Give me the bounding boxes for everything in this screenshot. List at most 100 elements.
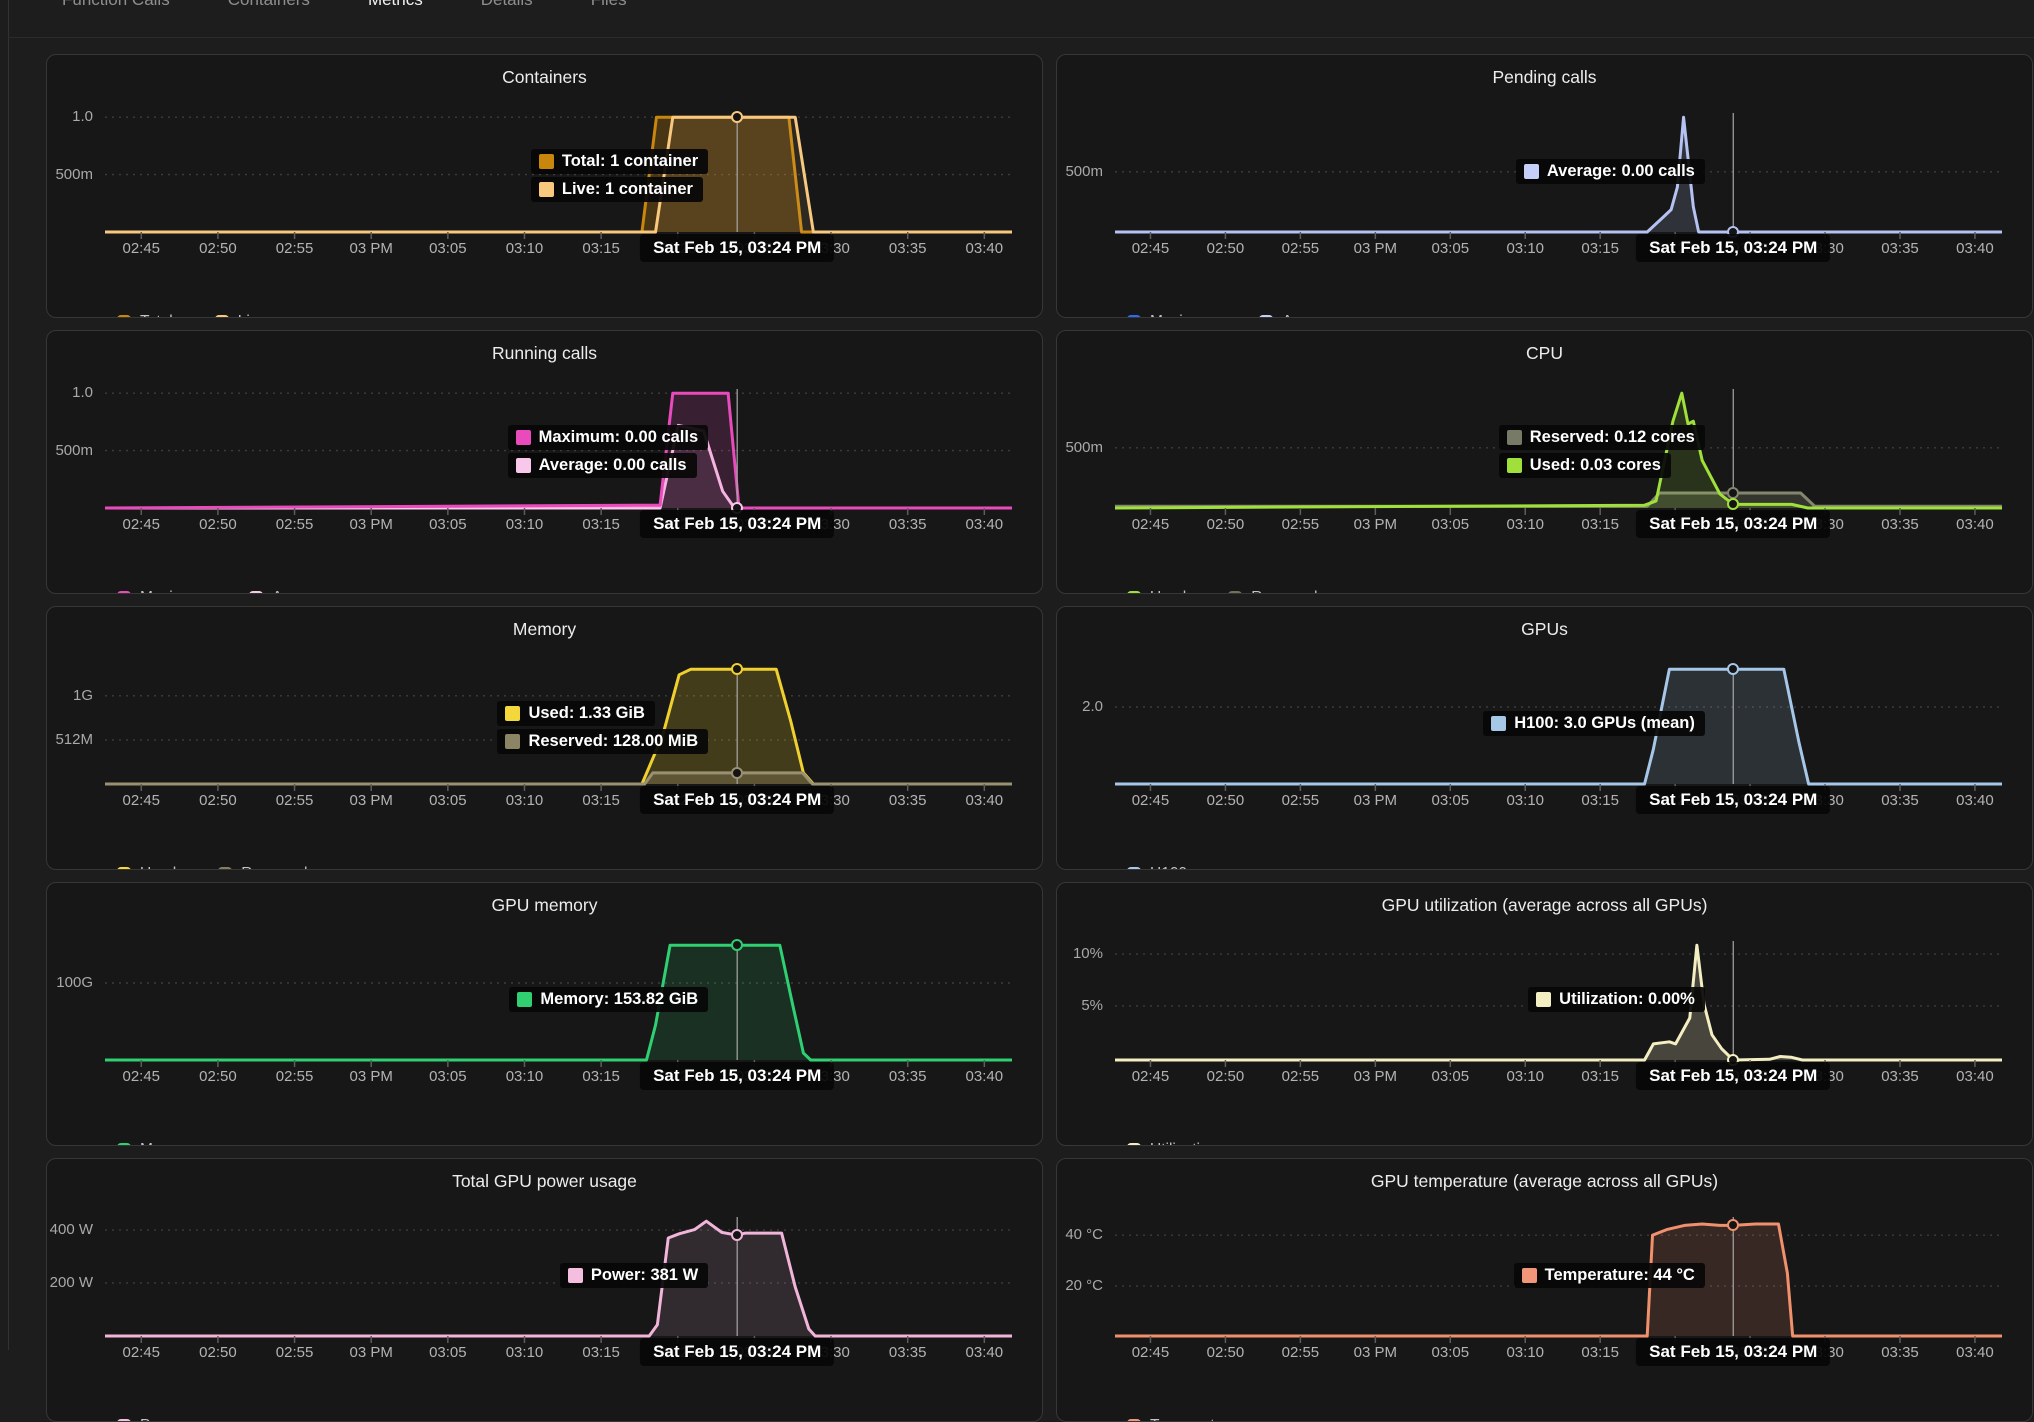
plot-area[interactable]: 02:4502:5002:5503 PM03:0503:1003:1503:20… (105, 921, 1012, 1117)
x-axis-label: 03:15 (582, 792, 620, 809)
legend-item-average[interactable]: Average (1259, 313, 1339, 318)
y-axis-label: 400 W (47, 1220, 93, 1240)
x-axis-label: 02:50 (1207, 240, 1245, 257)
legend-item-total[interactable]: Total (117, 313, 173, 318)
legend-item-maximum[interactable]: Maximum (1127, 313, 1217, 318)
legend-item-power[interactable]: Power (117, 1417, 184, 1422)
chart-legend: Power (117, 1417, 1042, 1422)
legend-item-reserved[interactable]: Reserved (218, 865, 307, 870)
chart-area: 100G02:4502:5002:5503 PM03:0503:1003:150… (47, 921, 1042, 1117)
chart-title: GPU utilization (average across all GPUs… (1057, 895, 2032, 919)
legend-item-h100[interactable]: H100 (1127, 865, 1187, 870)
x-axis-label: 03:40 (966, 1344, 1004, 1361)
tooltip-value: Total: 1 container (562, 152, 698, 171)
tooltip-series-swatch (517, 992, 532, 1007)
tab-details[interactable]: Details (481, 0, 533, 11)
hover-tooltip: Power: 381 W (560, 1263, 708, 1288)
y-axis-label: 200 W (47, 1273, 93, 1293)
legend-item-temperature[interactable]: Temperature (1127, 1417, 1237, 1422)
x-axis-label: 02:50 (199, 792, 237, 809)
legend-item-used[interactable]: Used (117, 865, 176, 870)
legend-label: Utilization (1150, 1141, 1217, 1146)
legend-swatch (1127, 867, 1141, 870)
tab-function-calls[interactable]: Function Calls (62, 0, 170, 11)
tooltip-value: H100: 3.0 GPUs (mean) (1514, 714, 1695, 733)
tooltip-row: Power: 381 W (560, 1263, 708, 1288)
x-axis-label: 03:05 (1432, 240, 1470, 257)
hover-tooltip: Memory: 153.82 GiB (509, 987, 708, 1012)
x-axis-label: 02:45 (1132, 1068, 1170, 1085)
legend-swatch (218, 867, 232, 870)
x-axis-label: 02:50 (199, 516, 237, 533)
legend-item-live[interactable]: Live (215, 313, 266, 318)
legend-label: Average (1282, 313, 1339, 318)
x-axis-label: 03:15 (1581, 1344, 1619, 1361)
plot-area[interactable]: 02:4502:5002:5503 PM03:0503:1003:1503:20… (1115, 645, 2002, 841)
tooltip-value: Used: 1.33 GiB (528, 704, 644, 723)
tooltip-date: Sat Feb 15, 03:24 PM (1636, 786, 1830, 814)
x-axis-label: 02:55 (276, 516, 314, 533)
crosshair-marker (731, 111, 743, 123)
legend-item-average[interactable]: Average (249, 589, 329, 594)
crosshair-marker (731, 1229, 743, 1241)
x-axis-label: 02:55 (1282, 1068, 1320, 1085)
x-axis-label: 02:55 (276, 240, 314, 257)
legend-item-used[interactable]: Used (1127, 589, 1186, 594)
x-axis-label: 03:40 (1956, 1344, 1994, 1361)
x-axis-label: 03:15 (1581, 516, 1619, 533)
plot-area[interactable]: 02:4502:5002:5503 PM03:0503:1003:1503:20… (105, 369, 1012, 565)
charts-grid: Containers1.0500m02:4502:5002:5503 PM03:… (46, 54, 2033, 1422)
plot-area[interactable]: 02:4502:5002:5503 PM03:0503:1003:1503:20… (1115, 93, 2002, 289)
hover-tooltip: Used: 1.33 GiB Reserved: 128.00 MiB (497, 701, 708, 754)
tooltip-date: Sat Feb 15, 03:24 PM (640, 510, 834, 538)
chart-panel-gpu-power: Total GPU power usage 400 W 200 W 02:4502:5… (46, 1158, 1043, 1422)
tooltip-row: Maximum: 0.00 calls (508, 425, 709, 450)
tooltip-row: Utilization: 0.00% (1528, 987, 1705, 1012)
legend-swatch (1127, 1143, 1141, 1146)
y-axis-label: 5% (1057, 996, 1103, 1016)
tab-metrics[interactable]: Metrics (368, 0, 423, 11)
x-axis-label: 02:55 (1282, 240, 1320, 257)
chart-legend: Maximum Average (117, 589, 1042, 594)
x-axis-label: 03:40 (1956, 240, 1994, 257)
tooltip-row: Total: 1 container (531, 149, 708, 174)
plot-area[interactable]: 02:4502:5002:5503 PM03:0503:1003:1503:20… (1115, 921, 2002, 1117)
legend-item-utilization[interactable]: Utilization (1127, 1141, 1217, 1146)
x-axis-label: 03:10 (506, 516, 544, 533)
tooltip-series-swatch (1507, 430, 1522, 445)
legend-item-reserved[interactable]: Reserved (1228, 589, 1317, 594)
y-axis-label: 500m (47, 441, 93, 461)
chart-title: Pending calls (1057, 67, 2032, 91)
tooltip-series-swatch (539, 182, 554, 197)
tab-containers[interactable]: Containers (228, 0, 310, 11)
plot-area[interactable]: 02:4502:5002:5503 PM03:0503:1003:1503:20… (105, 93, 1012, 289)
plot-area[interactable]: 02:4502:5002:5503 PM03:0503:1003:1503:20… (1115, 369, 2002, 565)
hover-tooltip: Maximum: 0.00 calls Average: 0.00 calls (508, 425, 709, 478)
tooltip-row: Average: 0.00 calls (508, 453, 697, 478)
chart-panel-memory: Memory1G512M02:4502:5002:5503 PM03:0503:… (46, 606, 1043, 870)
legend-item-memory[interactable]: Memory (117, 1141, 196, 1146)
x-axis-label: 03:10 (506, 792, 544, 809)
y-axis-label: 1.0 (47, 107, 93, 127)
x-axis-label: 03:05 (429, 1068, 467, 1085)
plot-area[interactable]: 02:4502:5002:5503 PM03:0503:1003:1503:20… (105, 645, 1012, 841)
legend-swatch (1228, 591, 1242, 594)
tooltip-value: Memory: 153.82 GiB (540, 990, 698, 1009)
x-axis-label: 03:10 (1506, 792, 1544, 809)
x-axis-label: 02:50 (199, 1068, 237, 1085)
legend-item-maximum[interactable]: Maximum (117, 589, 207, 594)
x-axis-label: 03:35 (1881, 516, 1919, 533)
chart-title: Total GPU power usage (47, 1171, 1042, 1195)
plot-area[interactable]: 02:4502:5002:5503 PM03:0503:1003:1503:20… (105, 1197, 1012, 1393)
plot-area[interactable]: 02:4502:5002:5503 PM03:0503:1003:1503:20… (1115, 1197, 2002, 1393)
x-axis-label: 03 PM (1354, 240, 1397, 257)
chart-area: 500m02:4502:5002:5503 PM03:0503:1003:150… (1057, 369, 2032, 565)
x-axis-label: 02:55 (1282, 516, 1320, 533)
chart-area: 400 W 200 W 02:4502:5002:5503 PM03:0503:10… (47, 1197, 1042, 1393)
legend-swatch (1127, 315, 1141, 318)
tooltip-row: Reserved: 128.00 MiB (497, 729, 708, 754)
tab-files[interactable]: Files (591, 0, 627, 11)
x-axis-label: 03:05 (1432, 792, 1470, 809)
legend-label: Used (1150, 589, 1186, 594)
x-axis-label: 02:45 (1132, 240, 1170, 257)
